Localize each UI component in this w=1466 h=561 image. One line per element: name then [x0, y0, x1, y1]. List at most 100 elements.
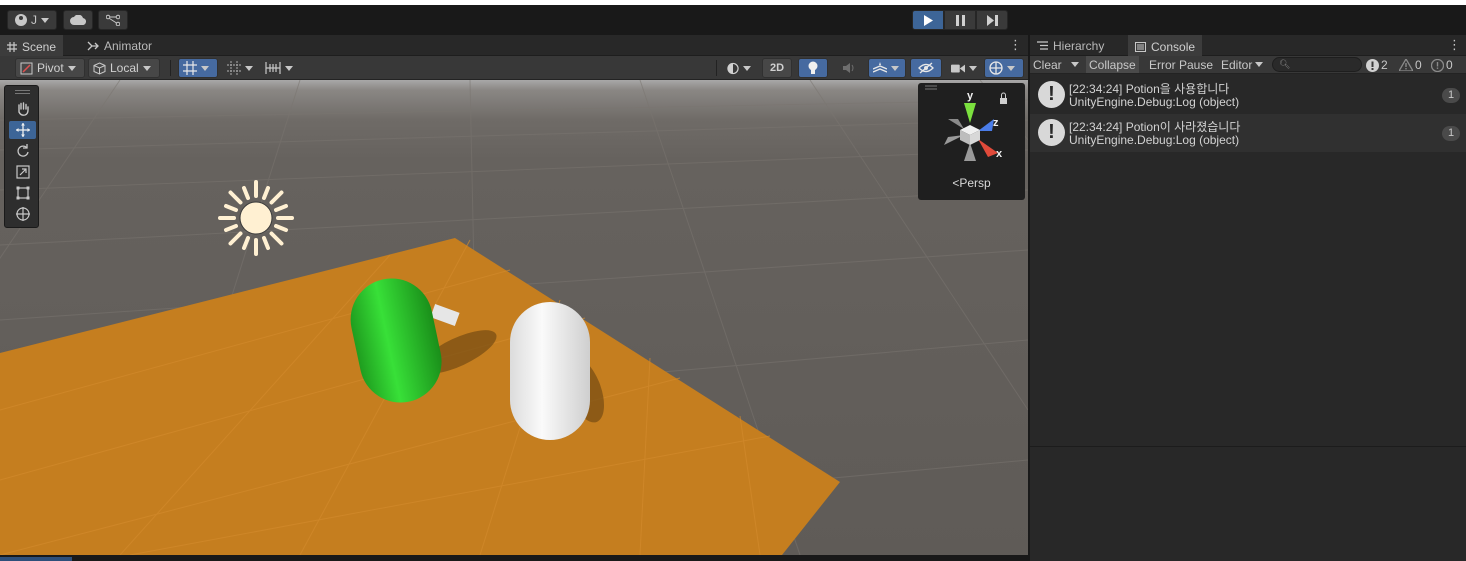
collab-button[interactable]: [98, 10, 128, 30]
console-tab-bar: Hierarchy Console ⋮: [1030, 35, 1466, 56]
chevron-down-icon: [67, 65, 76, 71]
collapse-label: Collapse: [1089, 57, 1136, 72]
account-initial: J: [31, 13, 37, 27]
effects-icon: [873, 62, 887, 73]
error-pause-toggle[interactable]: Error Pause: [1146, 56, 1216, 73]
local-label: Local: [110, 61, 139, 75]
scene-viewport[interactable]: [0, 80, 1028, 555]
error-count: 0: [1446, 58, 1453, 72]
rotate-tool[interactable]: [9, 142, 36, 160]
grid-visibility-button[interactable]: [260, 58, 298, 78]
play-icon: [924, 14, 933, 26]
log-entry[interactable]: ! [22:34:24] Potion을 사용합니다 UnityEngine.D…: [1030, 76, 1466, 114]
lighting-toggle[interactable]: [798, 58, 828, 78]
progress-indicator: [0, 557, 72, 561]
scale-icon: [15, 165, 30, 179]
console-detail-pane[interactable]: [1030, 446, 1466, 561]
tab-animator[interactable]: Animator: [80, 35, 159, 56]
chevron-down-icon: [743, 65, 751, 71]
clear-options-dropdown[interactable]: [1068, 56, 1084, 73]
hand-tool[interactable]: [9, 100, 36, 118]
warning-count-toggle[interactable]: 0: [1399, 57, 1422, 73]
chevron-down-icon: [142, 65, 151, 71]
info-count: 2: [1381, 58, 1388, 72]
account-button[interactable]: J: [7, 10, 57, 30]
chevron-down-icon: [969, 65, 977, 71]
2d-label: 2D: [769, 62, 785, 74]
collapse-toggle[interactable]: Collapse: [1086, 56, 1139, 73]
scene-toolbar: Pivot Local 2D: [0, 56, 1028, 80]
step-button[interactable]: [976, 10, 1008, 30]
tab-hierarchy[interactable]: Hierarchy: [1030, 35, 1111, 56]
orientation-gizmo[interactable]: y z x <Persp: [918, 83, 1025, 200]
cube-icon: [93, 61, 106, 75]
effects-dropdown[interactable]: [868, 58, 906, 78]
grid-snapping-button[interactable]: [178, 58, 218, 78]
play-button[interactable]: [912, 10, 944, 30]
transform-tool[interactable]: [9, 205, 36, 223]
chevron-down-icon: [201, 65, 209, 71]
tab-label: Scene: [22, 39, 57, 54]
chevron-down-icon: [285, 65, 293, 71]
lightbulb-icon: [808, 61, 818, 74]
transform-icon: [15, 207, 30, 221]
chevron-down-icon: [1071, 62, 1079, 67]
editor-dropdown[interactable]: Editor: [1218, 56, 1266, 73]
scale-tool[interactable]: [9, 163, 36, 181]
axis-y-label: y: [967, 90, 974, 102]
pivot-icon: [20, 62, 33, 74]
2d-mode-button[interactable]: 2D: [762, 58, 792, 78]
pivot-dropdown[interactable]: Pivot: [15, 58, 85, 78]
step-icon: [986, 14, 998, 26]
chevron-down-icon: [245, 65, 253, 71]
scene-more-icon[interactable]: ⋮: [1009, 38, 1022, 52]
chevron-down-icon: [1007, 65, 1015, 71]
directional-light-icon: [218, 180, 294, 256]
grid-snap-icon: [183, 61, 197, 75]
projection-toggle[interactable]: <Persp: [918, 176, 1025, 190]
rect-transform-icon: [16, 186, 29, 200]
console-icon: [1135, 41, 1146, 52]
hidden-eye-icon: [918, 62, 934, 74]
list-icon: [1037, 41, 1048, 50]
local-dropdown[interactable]: Local: [88, 58, 160, 78]
chevron-down-icon: [1255, 62, 1264, 67]
audio-icon: [843, 63, 854, 73]
axis-gizmo-icon: y z x: [925, 85, 1007, 161]
pause-button[interactable]: [944, 10, 976, 30]
toolbar-divider: [716, 60, 717, 76]
gizmos-dropdown[interactable]: [984, 58, 1024, 78]
version-control-icon: [106, 14, 120, 26]
hand-icon: [17, 102, 29, 116]
shading-mode-dropdown[interactable]: [722, 58, 756, 78]
chevron-down-icon: [891, 65, 899, 71]
log-count-badge: 1: [1442, 88, 1460, 103]
log-entry[interactable]: ! [22:34:24] Potion이 사라졌습니다 UnityEngine.…: [1030, 114, 1466, 152]
rect-tool[interactable]: [9, 184, 36, 202]
error-icon: [1431, 58, 1444, 72]
move-tool[interactable]: [9, 121, 36, 139]
clear-button[interactable]: Clear: [1030, 56, 1065, 73]
console-search-input[interactable]: 🔍︎: [1272, 57, 1362, 72]
info-count-toggle[interactable]: 2: [1366, 57, 1388, 73]
main-toolbar: J: [0, 5, 1466, 35]
tab-label: Animator: [104, 38, 153, 53]
chevron-down-icon: [41, 17, 49, 23]
error-count-toggle[interactable]: 0: [1431, 57, 1453, 73]
rotate-icon: [16, 144, 29, 157]
info-message-icon: !: [1038, 119, 1065, 146]
cloud-button[interactable]: [63, 10, 93, 30]
tab-label: Hierarchy: [1053, 38, 1105, 53]
scene-visibility-toggle[interactable]: [910, 58, 942, 78]
tab-scene[interactable]: Scene: [0, 35, 64, 56]
info-message-icon: !: [1038, 81, 1065, 108]
incremental-snap-button[interactable]: [222, 58, 258, 78]
scene-render: [0, 80, 1028, 555]
console-more-icon[interactable]: ⋮: [1448, 38, 1461, 52]
palette-grip[interactable]: [15, 90, 30, 94]
camera-dropdown[interactable]: [946, 58, 982, 78]
move-icon: [15, 123, 30, 137]
tab-console[interactable]: Console: [1128, 35, 1203, 56]
audio-toggle[interactable]: [834, 58, 864, 78]
log-stack: UnityEngine.Debug:Log (object): [1069, 95, 1240, 109]
